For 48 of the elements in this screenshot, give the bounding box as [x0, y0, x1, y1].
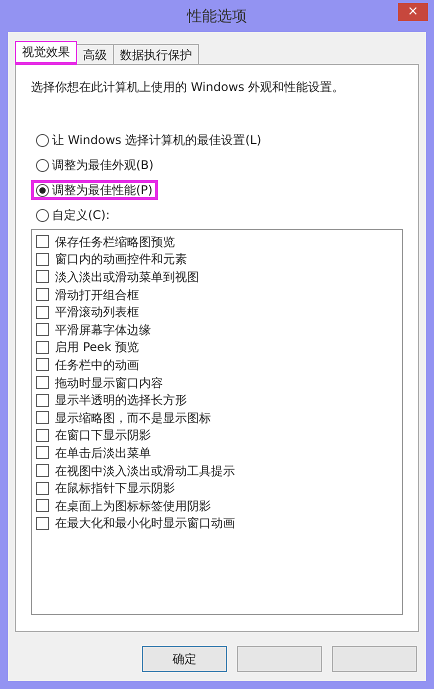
checkbox[interactable] — [36, 358, 49, 372]
checkbox[interactable] — [36, 376, 49, 390]
tab[interactable]: 数据执行保护 — [113, 44, 199, 64]
effect-label: 任务栏中的动画 — [55, 356, 139, 373]
radio-icon — [36, 134, 49, 146]
window-title: 性能选项 — [187, 6, 247, 27]
checkbox[interactable] — [36, 446, 49, 460]
radio-icon — [36, 208, 49, 222]
checkbox[interactable] — [36, 252, 49, 266]
radio-option[interactable]: 调整为最佳性能(P) — [31, 180, 158, 200]
effect-label: 在最大化和最小化时显示窗口动画 — [55, 515, 235, 532]
radio-option[interactable]: 调整为最佳外观(B) — [31, 155, 159, 175]
description-text: 选择你想在此计算机上使用的 Windows 外观和性能设置。 — [31, 79, 346, 95]
effect-label: 保存任务栏缩略图预览 — [55, 234, 175, 250]
checkbox[interactable] — [36, 394, 49, 407]
radio-icon — [36, 184, 49, 196]
effect-label: 在视图中淡入淡出或滑动工具提示 — [55, 462, 235, 479]
effect-label: 在鼠标指针下显示阴影 — [55, 480, 175, 496]
effect-label: 启用 Peek 预览 — [55, 339, 140, 356]
checkbox[interactable] — [36, 340, 49, 354]
radio-option[interactable]: 自定义(C): — [31, 205, 115, 225]
checkbox[interactable] — [36, 499, 49, 512]
effect-label: 淡入淡出或滑动菜单到视图 — [55, 268, 199, 285]
dialog-button[interactable]: 确定 — [142, 646, 227, 672]
tab[interactable]: 视觉效果 — [15, 41, 77, 65]
effect-label: 在桌面上为图标标签使用阴影 — [55, 498, 211, 514]
effect-label: 显示缩略图，而不是显示图标 — [55, 410, 211, 426]
effect-label: 平滑屏幕字体边缘 — [55, 322, 151, 338]
checkbox[interactable] — [36, 516, 49, 530]
checkbox[interactable] — [36, 428, 49, 442]
radio-icon — [36, 158, 49, 172]
effect-label: 显示半透明的选择长方形 — [55, 392, 187, 408]
checkbox[interactable] — [36, 411, 49, 424]
effect-label: 滑动打开组合框 — [55, 286, 139, 303]
effect-label: 在单击后淡出菜单 — [55, 444, 151, 461]
close-button[interactable]: × — [398, 3, 428, 21]
effect-label: 平滑滚动列表框 — [55, 304, 139, 320]
checkbox[interactable] — [36, 464, 49, 478]
effect-label: 在窗口下显示阴影 — [55, 427, 151, 444]
radio-option[interactable]: 让 Windows 选择计算机的最佳设置(L) — [31, 130, 266, 150]
checkbox[interactable] — [36, 323, 49, 336]
checkbox[interactable] — [36, 482, 49, 495]
checkbox[interactable] — [36, 306, 49, 319]
checkbox[interactable] — [36, 270, 49, 284]
checkbox[interactable] — [36, 288, 49, 302]
effect-label: 拖动时显示窗口内容 — [55, 374, 163, 391]
effect-label: 窗口内的动画控件和元素 — [55, 251, 187, 268]
checkbox[interactable] — [36, 235, 49, 248]
